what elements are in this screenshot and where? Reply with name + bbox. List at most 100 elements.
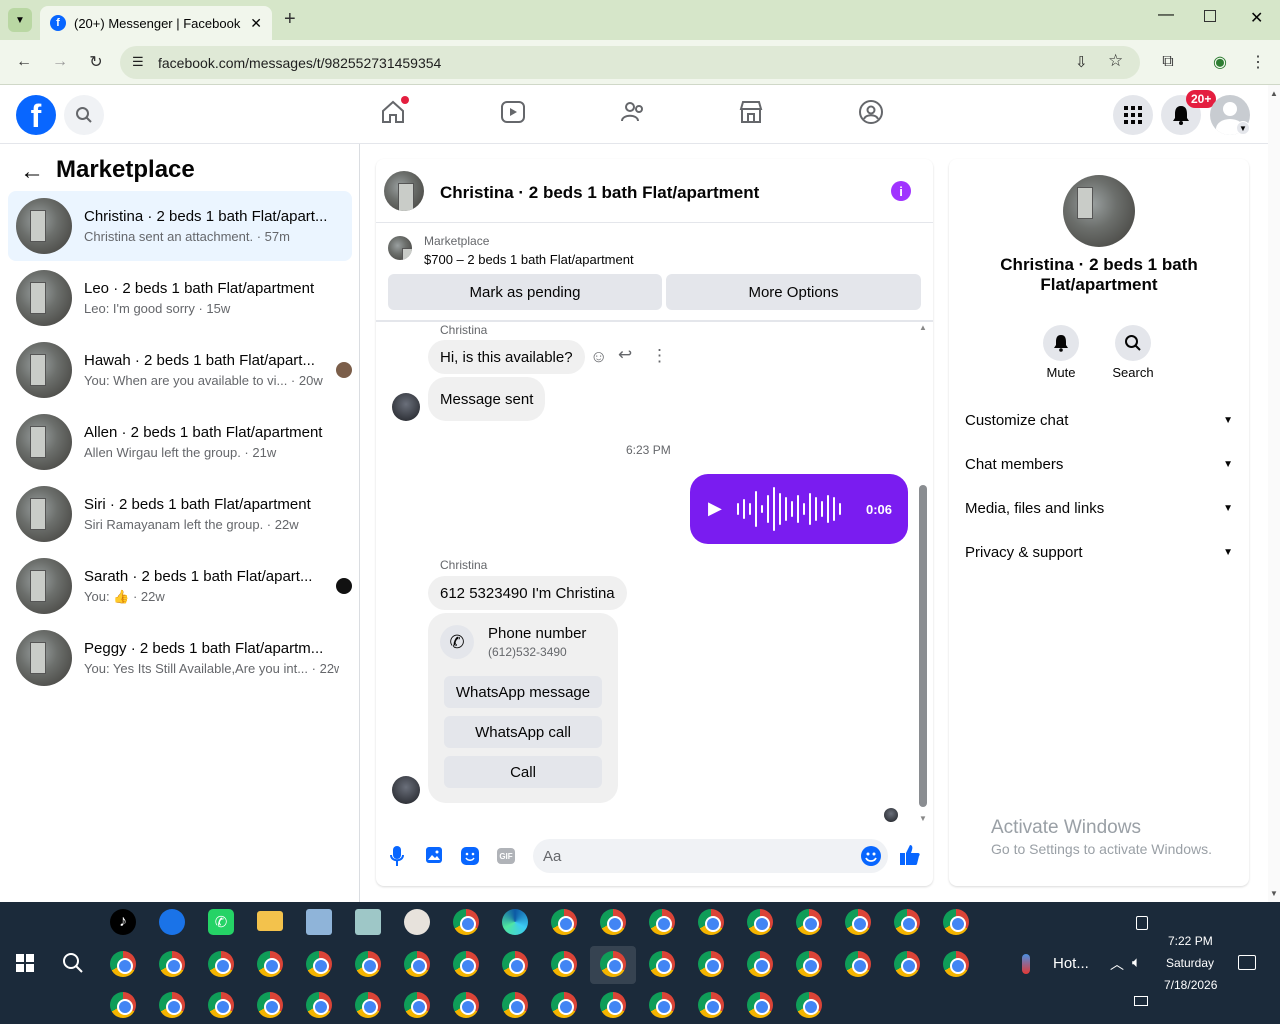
chrome-icon[interactable] (208, 992, 234, 1018)
photo-icon[interactable] (426, 847, 442, 863)
chat-scrollbar[interactable]: ▲ ▼ (917, 323, 929, 823)
windows-start-icon[interactable] (16, 954, 34, 972)
file-explorer-icon[interactable] (257, 911, 283, 931)
search-in-chat-button[interactable] (1115, 325, 1151, 361)
clock-day[interactable]: Saturday (1166, 956, 1214, 970)
tiktok-icon[interactable]: ♪ (110, 909, 136, 935)
chrome-icon[interactable] (600, 951, 626, 977)
message-input[interactable]: Aa (533, 839, 888, 873)
chrome-icon[interactable] (355, 951, 381, 977)
bookmark-star-icon[interactable]: ☆ (1108, 51, 1123, 71)
thumbs-up-icon[interactable] (899, 844, 921, 871)
chat-members-section[interactable]: Chat members ▼ (965, 450, 1233, 478)
chrome-icon[interactable] (698, 992, 724, 1018)
voice-message[interactable]: ▶ 0:06 (690, 474, 908, 544)
chevron-up-icon[interactable]: ︿ (1110, 954, 1124, 974)
gif-icon[interactable]: GIF (497, 848, 515, 864)
chrome-icon[interactable] (355, 992, 381, 1018)
groups-icon[interactable] (858, 99, 888, 129)
chrome-icon[interactable] (453, 909, 479, 935)
chrome-icon[interactable] (796, 909, 822, 935)
chrome-icon[interactable] (404, 951, 430, 977)
app-icon[interactable] (306, 909, 332, 935)
privacy-support-section[interactable]: Privacy & support ▼ (965, 538, 1233, 566)
message-bubble[interactable]: Hi, is this available? (428, 340, 585, 374)
close-window-button[interactable]: ✕ (1250, 8, 1263, 28)
chrome-icon[interactable] (306, 951, 332, 977)
chrome-icon[interactable] (796, 951, 822, 977)
info-icon[interactable]: i (891, 181, 911, 201)
edge-icon[interactable] (502, 909, 528, 935)
chrome-icon[interactable] (698, 951, 724, 977)
media-files-links-section[interactable]: Media, files and links ▼ (965, 494, 1233, 522)
back-button[interactable]: ← (10, 48, 38, 76)
browser-menu-icon[interactable]: ⋮ (1244, 48, 1272, 76)
conversation-item[interactable]: Siri · 2 beds 1 bath Flat/apartment Siri … (8, 479, 352, 549)
conversation-item[interactable]: Leo · 2 beds 1 bath Flat/apartment Leo: I… (8, 263, 352, 333)
chrome-icon[interactable] (502, 951, 528, 977)
chrome-icon[interactable] (649, 909, 675, 935)
clock-time[interactable]: 7:22 PM (1168, 934, 1213, 948)
chrome-icon[interactable] (845, 909, 871, 935)
chrome-icon[interactable] (943, 909, 969, 935)
chrome-icon[interactable] (600, 909, 626, 935)
whatsapp-call-button[interactable]: WhatsApp call (444, 716, 602, 748)
minimize-button[interactable]: — (1158, 6, 1174, 24)
notification-center-icon[interactable] (1238, 955, 1256, 970)
chrome-icon[interactable] (453, 951, 479, 977)
chat-listing-avatar[interactable] (384, 171, 424, 211)
scrollbar-thumb[interactable] (919, 485, 927, 807)
whatsapp-message-button[interactable]: WhatsApp message (444, 676, 602, 708)
chrome-icon[interactable] (649, 951, 675, 977)
site-info-icon[interactable]: ☰ (132, 54, 144, 70)
chrome-icon[interactable] (747, 951, 773, 977)
chrome-icon[interactable] (502, 992, 528, 1018)
conversation-item[interactable]: Allen · 2 beds 1 bath Flat/apartment Alle… (8, 407, 352, 477)
taskbar-search-icon[interactable] (62, 952, 84, 979)
volume-icon[interactable]: 🔈︎ (1132, 954, 1141, 971)
chrome-icon[interactable] (257, 951, 283, 977)
customize-chat-section[interactable]: Customize chat ▼ (965, 406, 1233, 434)
weather-text[interactable]: Hot... (1053, 955, 1089, 972)
message-bubble[interactable]: 612 5323490 I'm Christina (428, 576, 627, 610)
conversation-item[interactable]: Christina · 2 beds 1 bath Flat/apart... C… (8, 191, 352, 261)
page-scrollbar[interactable]: ▲ ▼ (1268, 85, 1280, 902)
chrome-icon[interactable] (208, 951, 234, 977)
chrome-icon[interactable] (110, 992, 136, 1018)
close-tab-icon[interactable]: ✕ (250, 15, 262, 32)
chrome-icon[interactable] (845, 951, 871, 977)
whatsapp-icon[interactable]: ✆ (208, 909, 234, 935)
chrome-icon[interactable] (404, 992, 430, 1018)
facebook-logo-icon[interactable]: f (16, 95, 56, 135)
message-bubble[interactable]: Message sent (428, 377, 546, 421)
network-icon[interactable] (1134, 996, 1148, 1006)
tab-search-button[interactable]: ▼ (8, 8, 32, 32)
menu-grid-icon[interactable] (1113, 95, 1153, 135)
conversation-item[interactable]: Hawah · 2 beds 1 bath Flat/apart... You: … (8, 335, 352, 405)
friends-icon[interactable] (620, 99, 650, 129)
chrome-icon[interactable] (551, 992, 577, 1018)
new-tab-button[interactable]: + (284, 8, 296, 31)
chrome-icon[interactable] (747, 992, 773, 1018)
chat-title[interactable]: Christina · 2 beds 1 bath Flat/apartment (440, 183, 759, 203)
call-button[interactable]: Call (444, 756, 602, 788)
play-icon[interactable]: ▶ (708, 498, 722, 519)
chrome-icon[interactable] (796, 992, 822, 1018)
more-options-button[interactable]: More Options (666, 274, 921, 310)
install-app-icon[interactable]: ⇩ (1075, 53, 1088, 71)
chrome-icon[interactable] (943, 951, 969, 977)
browser-tab[interactable]: f (20+) Messenger | Facebook ✕ (40, 6, 272, 40)
listing-price[interactable]: $700 – 2 beds 1 bath Flat/apartment (424, 252, 634, 267)
address-bar[interactable]: ☰ facebook.com/messages/t/98255273145935… (120, 46, 1140, 79)
chrome-icon[interactable] (257, 992, 283, 1018)
mark-as-pending-button[interactable]: Mark as pending (388, 274, 662, 310)
react-emoji-icon[interactable]: ☺ (590, 347, 607, 367)
forward-button[interactable]: → (46, 48, 74, 76)
chrome-icon[interactable] (894, 909, 920, 935)
more-actions-icon[interactable]: ⋮ (651, 346, 668, 366)
chrome-icon[interactable] (453, 992, 479, 1018)
chrome-icon[interactable] (894, 951, 920, 977)
chrome-icon[interactable] (551, 909, 577, 935)
chrome-icon[interactable] (747, 909, 773, 935)
chrome-icon[interactable] (159, 951, 185, 977)
